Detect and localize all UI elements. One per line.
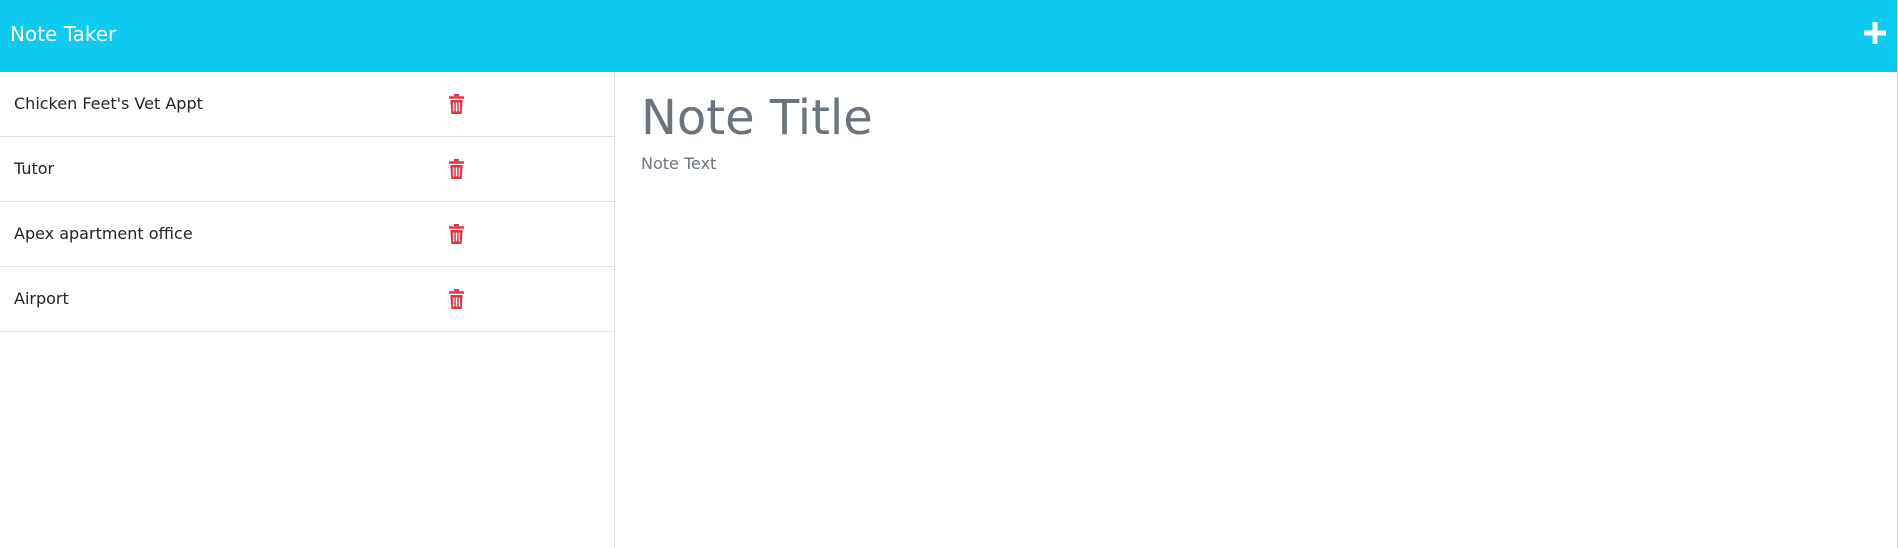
note-list-item-title: Tutor [14, 159, 55, 178]
note-editor [615, 72, 1897, 548]
note-title-input[interactable] [641, 84, 1841, 152]
app-title[interactable]: Note Taker [10, 22, 116, 46]
note-list-item[interactable]: Airport [0, 267, 614, 332]
navbar: Note Taker [0, 0, 1897, 72]
note-list-item-title: Apex apartment office [14, 224, 193, 243]
note-list-item-title: Chicken Feet's Vet Appt [14, 94, 203, 113]
note-list-item[interactable]: Tutor [0, 137, 614, 202]
trash-icon[interactable] [449, 224, 464, 244]
new-note-button[interactable] [1860, 13, 1896, 53]
trash-icon[interactable] [449, 289, 464, 309]
note-list-item-title: Airport [14, 289, 69, 308]
trash-icon[interactable] [449, 159, 464, 179]
note-text-input[interactable] [641, 152, 1841, 532]
note-list-item[interactable]: Apex apartment office [0, 202, 614, 267]
trash-icon[interactable] [449, 94, 464, 114]
note-list: Chicken Feet's Vet Appt Tutor Apex apart… [0, 72, 615, 548]
plus-icon [1860, 13, 1896, 53]
note-list-item[interactable]: Chicken Feet's Vet Appt [0, 72, 614, 137]
